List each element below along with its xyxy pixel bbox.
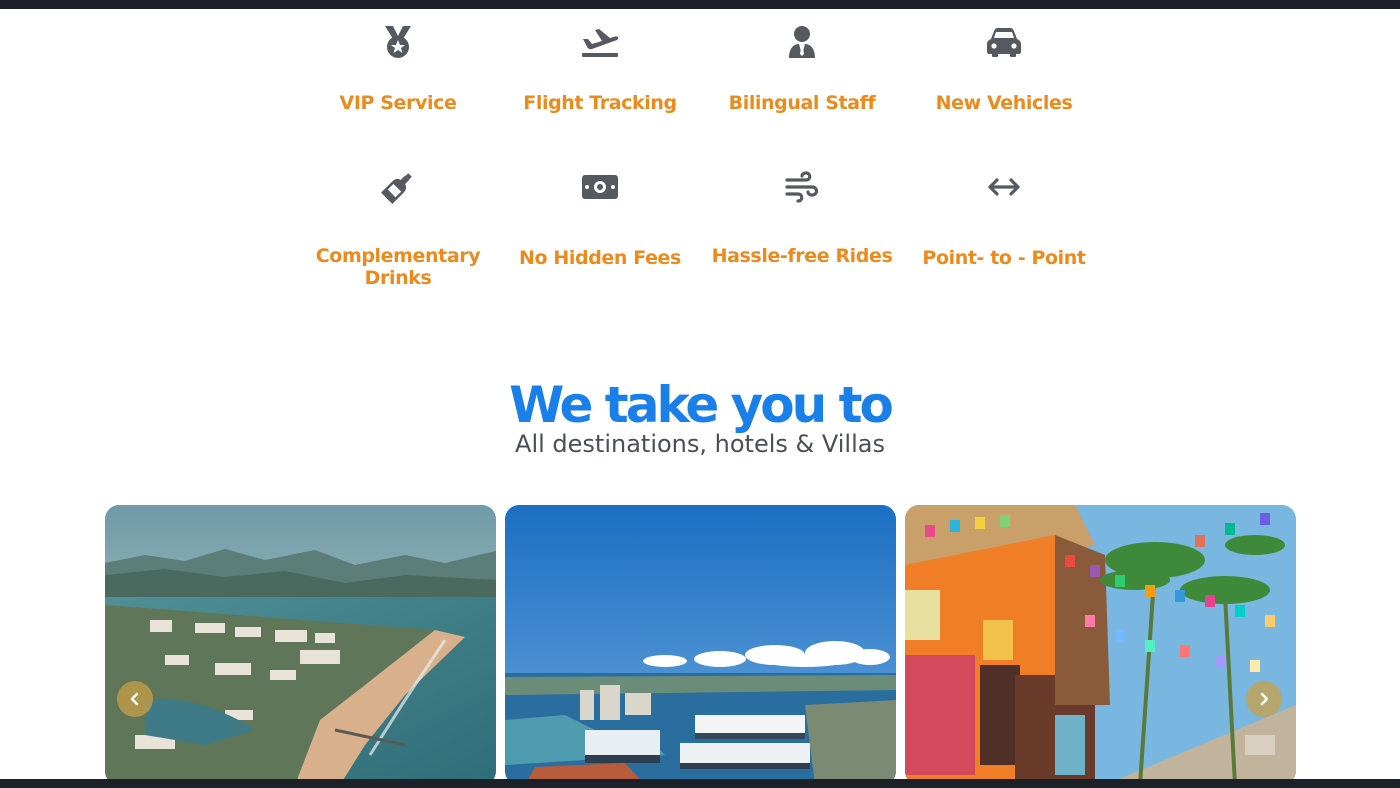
colorful-street-papel-picado-photo [905, 505, 1296, 779]
chevron-left-icon [130, 692, 139, 706]
wine-bottle-icon [378, 167, 418, 207]
car-icon [984, 22, 1024, 62]
feature-label: Bilingual Staff [728, 92, 876, 114]
feature-point-to-point: Point- to - Point [903, 159, 1105, 289]
destinations-carousel [105, 505, 1296, 779]
feature-label: Flight Tracking [523, 92, 677, 114]
wind-icon [782, 167, 822, 207]
feature-label: Hassle-free Rides [711, 245, 893, 267]
feature-no-hidden-fees: No Hidden Fees [499, 159, 701, 289]
section-title: We take you to [509, 376, 894, 434]
chevron-right-icon [1260, 692, 1269, 706]
aerial-coast-marina-photo [105, 505, 496, 779]
feature-flight-tracking: Flight Tracking [499, 9, 701, 129]
feature-label: VIP Service [339, 92, 457, 114]
feature-label: New Vehicles [935, 92, 1073, 114]
cruise-port-bay-photo [505, 505, 896, 779]
feature-bilingual-staff: Bilingual Staff [701, 9, 903, 129]
feature-new-vehicles: New Vehicles [903, 9, 1105, 129]
medal-icon [378, 22, 418, 62]
plane-departure-icon [580, 22, 620, 62]
carousel-next-button[interactable] [1246, 681, 1282, 717]
destination-card[interactable] [505, 505, 896, 779]
feature-label: No Hidden Fees [519, 247, 681, 269]
feature-complementary-drinks: Complementary Drinks [297, 159, 499, 289]
arrows-left-right-icon [984, 167, 1024, 207]
destinations-heading: We take you to All destinations, hotels … [0, 377, 1400, 459]
page: VIP Service Flight Tracking Bilingual St… [0, 9, 1400, 779]
user-tie-icon [782, 22, 822, 62]
bottom-frame-bar [0, 779, 1400, 788]
money-bill-icon [580, 167, 620, 207]
feature-vip-service: VIP Service [297, 9, 499, 129]
feature-label: Complementary Drinks [315, 245, 481, 289]
section-subtitle: All destinations, hotels & Villas [515, 430, 885, 458]
feature-label: Point- to - Point [922, 247, 1086, 269]
destination-card[interactable] [105, 505, 496, 779]
destination-card[interactable] [905, 505, 1296, 779]
carousel-prev-button[interactable] [117, 681, 153, 717]
feature-hassle-free-rides: Hassle-free Rides [701, 159, 903, 289]
